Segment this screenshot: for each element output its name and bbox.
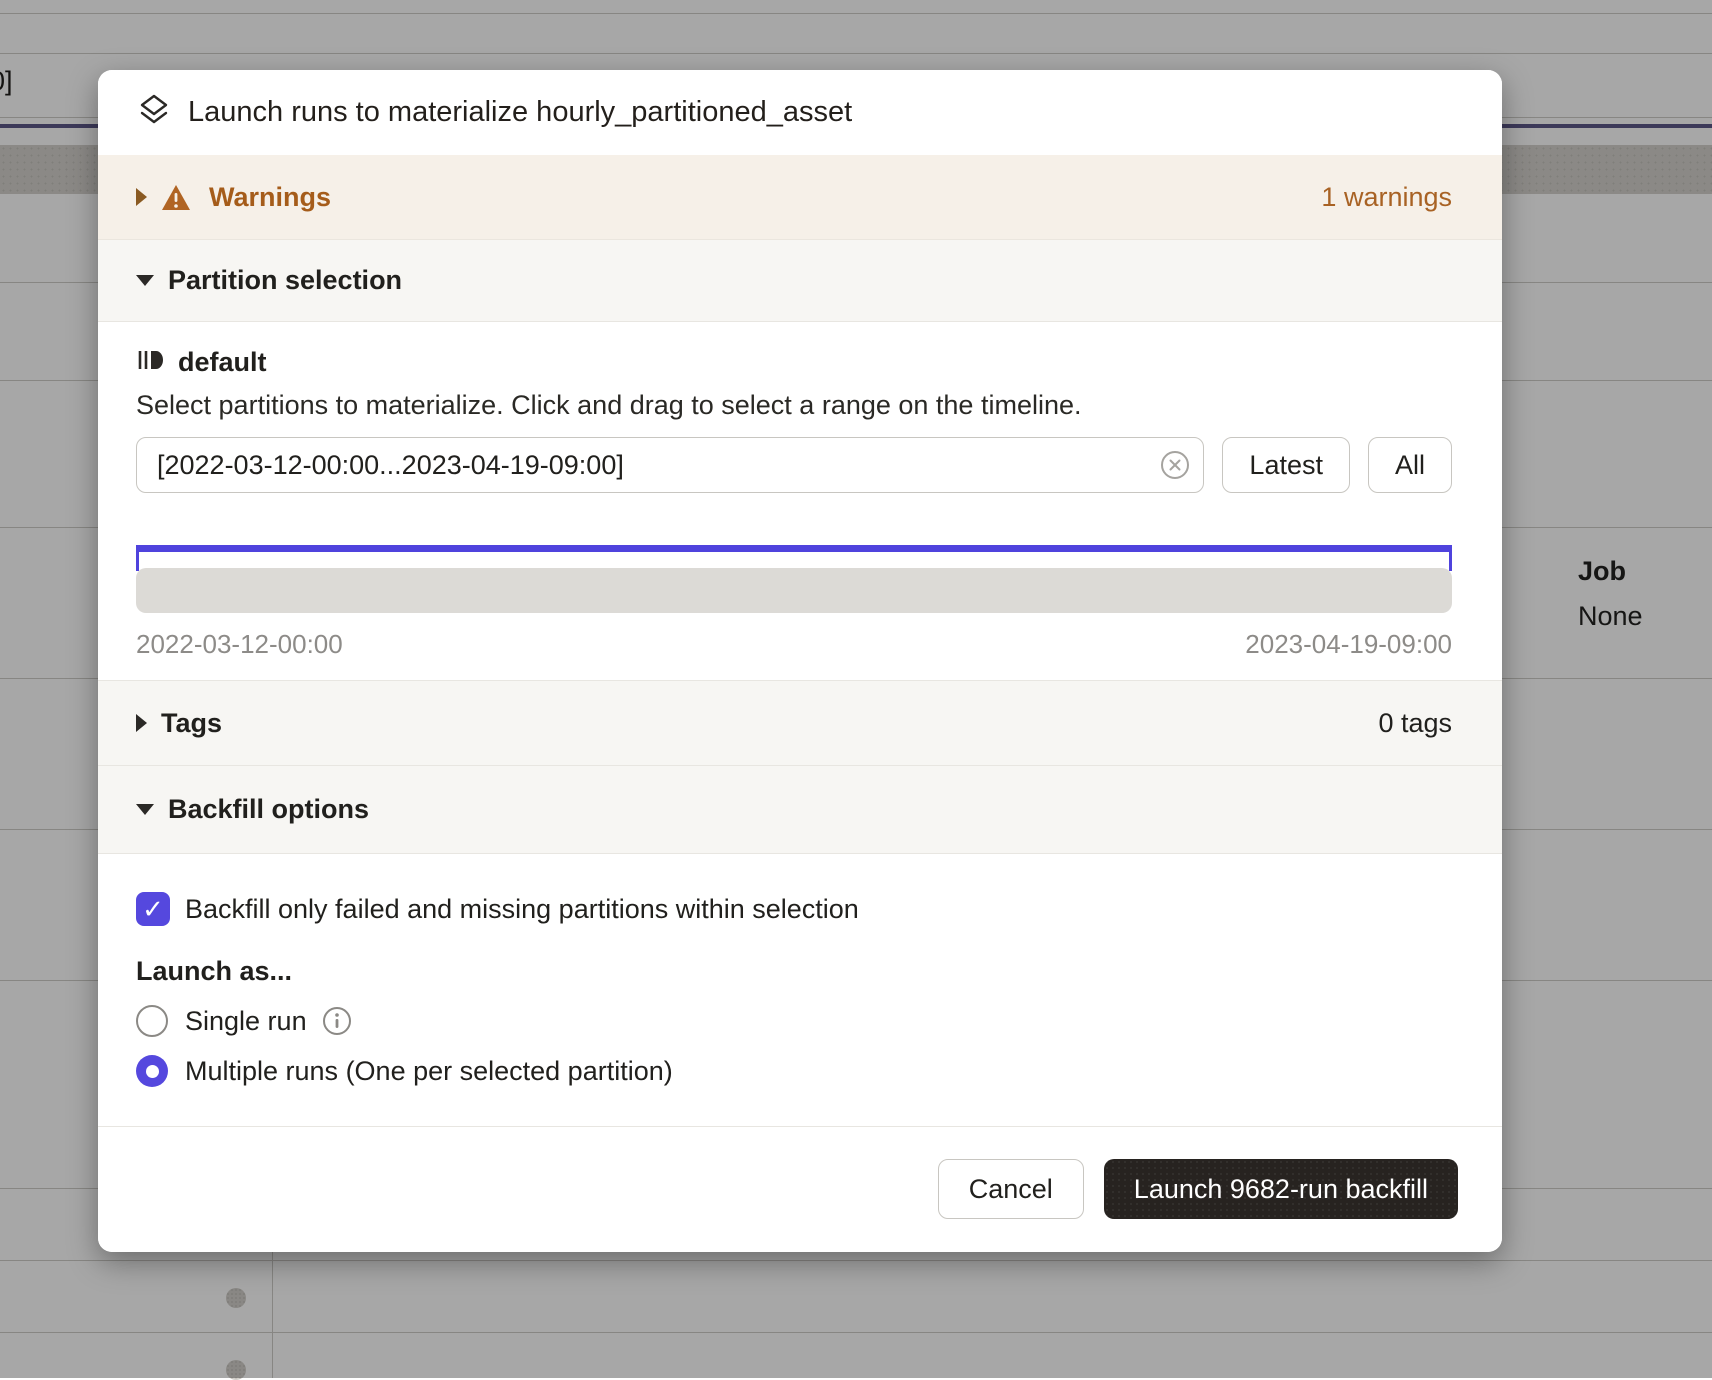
partition-selection-body: default Select partitions to materialize… <box>98 322 1502 680</box>
partition-selection-label: Partition selection <box>168 265 402 296</box>
timeline-track[interactable] <box>136 568 1452 613</box>
chevron-right-icon[interactable] <box>136 188 147 206</box>
partition-instructions: Select partitions to materialize. Click … <box>136 390 1452 421</box>
warnings-count: 1 warnings <box>1321 182 1452 213</box>
dialog-title: Launch runs to materialize hourly_partit… <box>188 96 852 129</box>
multiple-runs-label[interactable]: Multiple runs (One per selected partitio… <box>185 1056 673 1087</box>
backfill-options-body: ✓ Backfill only failed and missing parti… <box>98 854 1502 1126</box>
partition-dimension-row: default <box>136 346 1452 379</box>
warnings-label: Warnings <box>209 182 331 213</box>
single-run-radio-button[interactable] <box>136 1005 168 1037</box>
chevron-down-icon[interactable] <box>136 275 154 286</box>
dialog-header: Launch runs to materialize hourly_partit… <box>98 70 1502 155</box>
radio-single-run-row: Single run <box>136 1005 1452 1037</box>
partition-dimension-name: default <box>178 347 267 378</box>
info-icon[interactable] <box>322 1006 352 1036</box>
launch-runs-dialog: Launch runs to materialize hourly_partit… <box>98 70 1502 1252</box>
backfill-options-section-header[interactable]: Backfill options <box>98 766 1502 854</box>
multiple-runs-radio-button[interactable] <box>136 1055 168 1087</box>
backfill-options-label: Backfill options <box>168 794 369 825</box>
backfill-checkbox-label[interactable]: Backfill only failed and missing partiti… <box>185 894 859 925</box>
all-button[interactable]: All <box>1368 437 1452 493</box>
chevron-down-icon[interactable] <box>136 804 154 815</box>
launch-backfill-button[interactable]: Launch 9682-run backfill <box>1104 1159 1458 1219</box>
tags-label: Tags <box>161 708 222 739</box>
partition-range-input[interactable] <box>136 437 1204 493</box>
clear-input-icon[interactable] <box>1160 450 1190 480</box>
partition-timeline: 2022-03-12-00:00 2023-04-19-09:00 <box>136 545 1452 660</box>
launch-as-label: Launch as... <box>136 956 1452 987</box>
backfill-checkbox[interactable]: ✓ <box>136 892 170 926</box>
radio-multiple-runs-row: Multiple runs (One per selected partitio… <box>136 1055 1452 1087</box>
latest-button[interactable]: Latest <box>1222 437 1350 493</box>
tags-section-header[interactable]: Tags 0 tags <box>98 680 1502 766</box>
cancel-button[interactable]: Cancel <box>938 1159 1084 1219</box>
partition-input-row: Latest All <box>136 437 1452 493</box>
chevron-right-icon[interactable] <box>136 714 147 732</box>
selection-end-tick <box>1449 552 1452 571</box>
partition-selection-section-header[interactable]: Partition selection <box>98 240 1502 322</box>
timeline-selection-bar <box>136 545 1452 552</box>
dialog-footer: Cancel Launch 9682-run backfill <box>98 1126 1502 1252</box>
partition-set-icon <box>136 346 164 379</box>
timeline-start-label: 2022-03-12-00:00 <box>136 629 343 660</box>
checkmark-icon: ✓ <box>142 894 164 925</box>
backfill-checkbox-row: ✓ Backfill only failed and missing parti… <box>136 892 1452 926</box>
tags-count: 0 tags <box>1378 708 1452 739</box>
warning-triangle-icon <box>161 184 191 211</box>
warnings-section[interactable]: Warnings 1 warnings <box>98 155 1502 240</box>
timeline-labels: 2022-03-12-00:00 2023-04-19-09:00 <box>136 629 1452 660</box>
asset-layers-icon <box>138 93 170 132</box>
single-run-label[interactable]: Single run <box>185 1006 307 1037</box>
radio-center-dot <box>146 1065 159 1078</box>
selection-start-tick <box>136 552 139 571</box>
timeline-end-label: 2023-04-19-09:00 <box>1245 629 1452 660</box>
